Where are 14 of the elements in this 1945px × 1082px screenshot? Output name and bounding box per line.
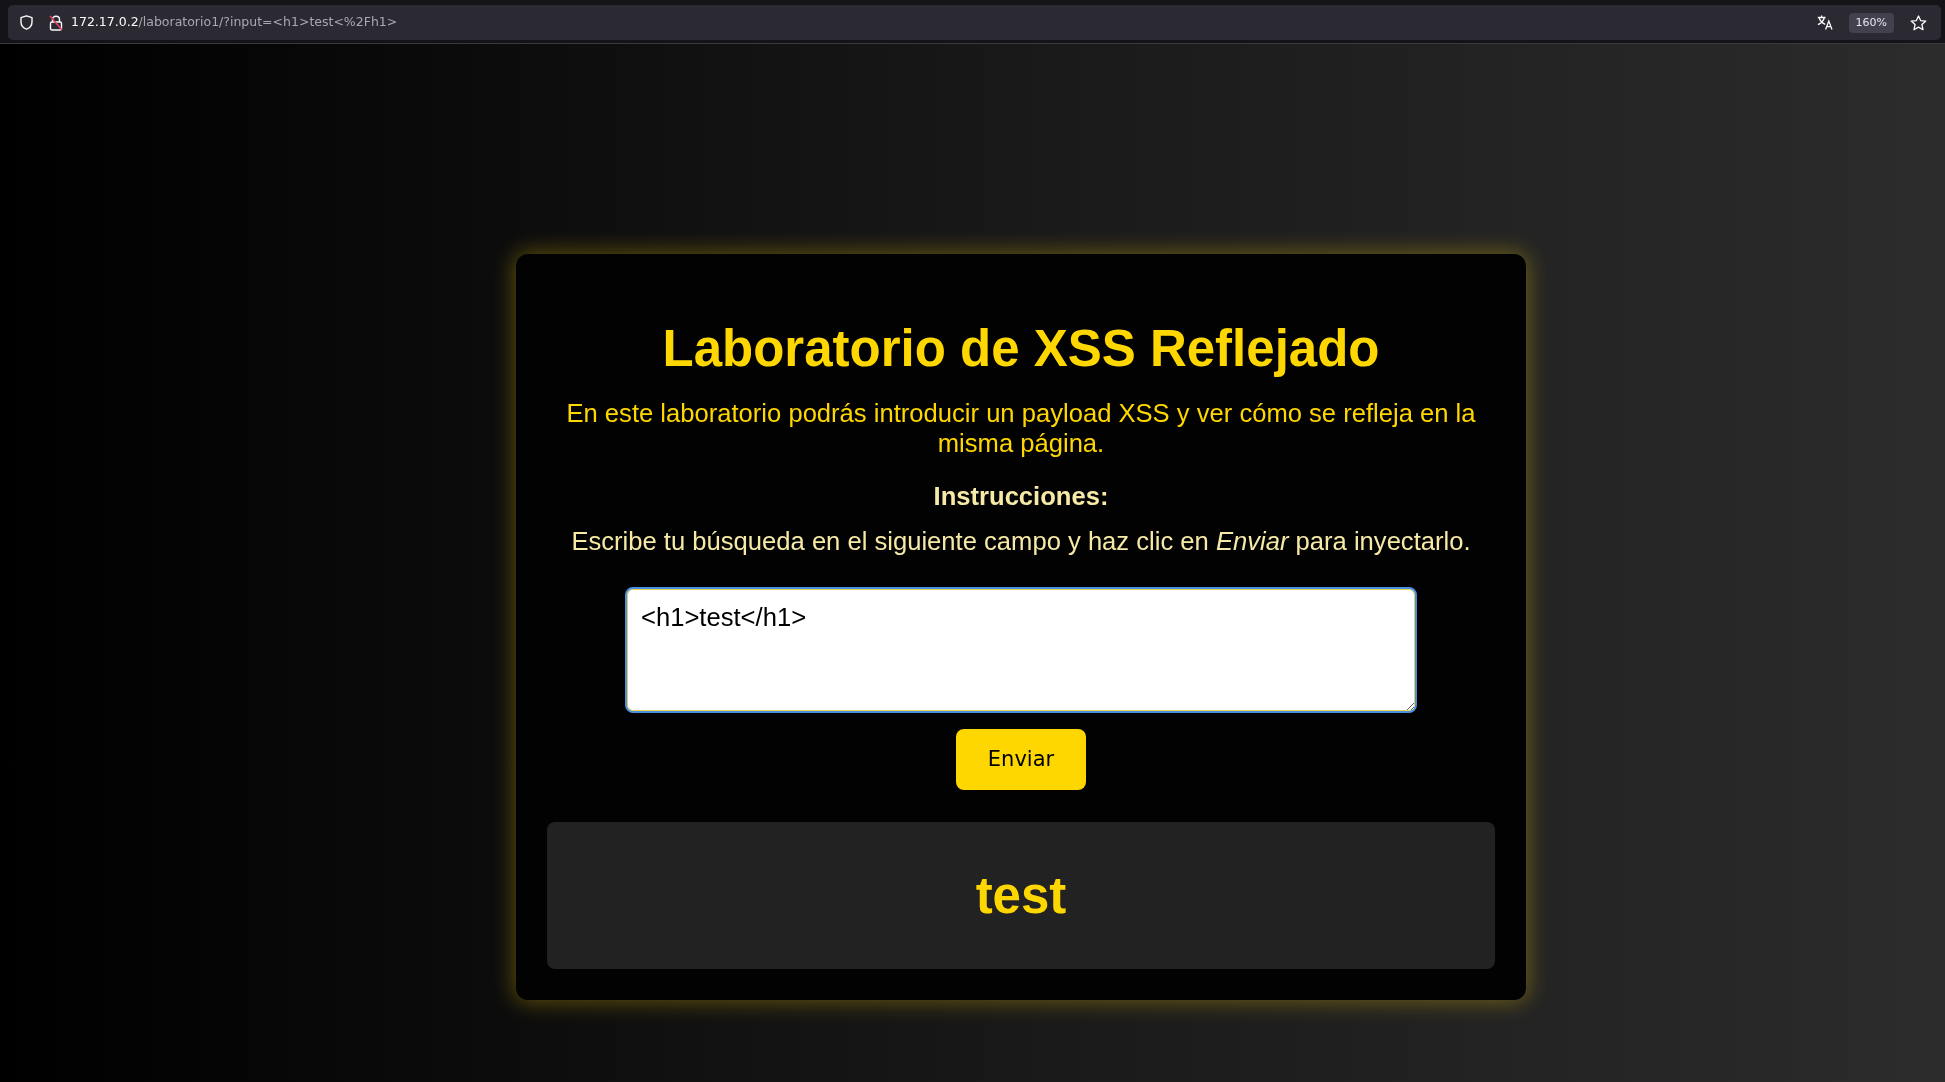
zoom-level-button[interactable]: 160% [1848, 12, 1894, 33]
shield-icon[interactable] [20, 15, 33, 30]
payload-textarea[interactable]: <h1>test</h1> [625, 587, 1417, 713]
instructions-heading: Instrucciones: [932, 481, 1110, 511]
intro-text: En este laboratorio podrás introducir un payload XSS y ver cómo se refleja en la misma página. [565, 399, 1477, 458]
send-button[interactable]: Enviar [955, 729, 1087, 790]
result-heading: test [974, 866, 1068, 926]
address-text[interactable]: 172.17.0.2/laboratorio1/?input=<h1>test<%2Fh1> [71, 13, 398, 32]
star-icon[interactable] [1910, 14, 1927, 31]
translate-icon[interactable] [1816, 15, 1833, 30]
address-bar[interactable]: 172.17.0.2/laboratorio1/?input=<h1>test<%2Fh1> 160% [8, 5, 1941, 40]
crossed-lock-icon[interactable] [49, 14, 63, 31]
instructions-text: Escribe tu búsqueda en el siguiente campo y haz clic en Enviar para inyectarlo. [570, 526, 1472, 556]
page-title: Laboratorio de XSS Reflejado [661, 319, 1381, 379]
